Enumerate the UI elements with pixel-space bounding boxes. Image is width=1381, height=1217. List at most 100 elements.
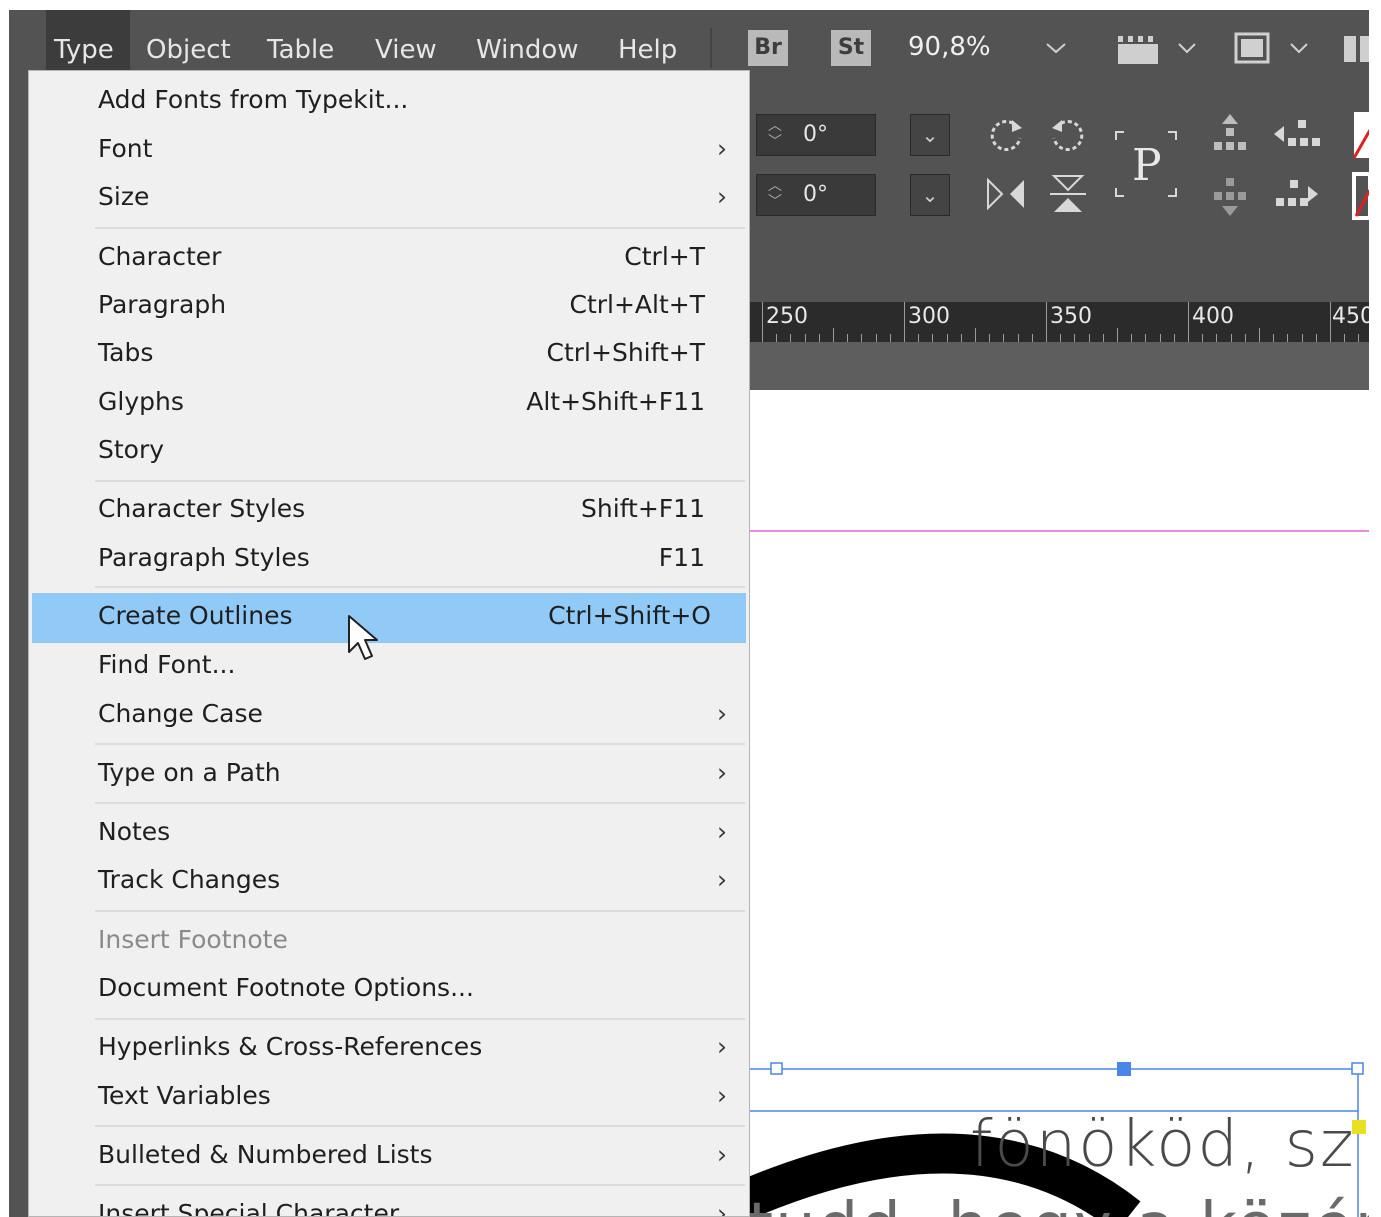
menu-item-find-font[interactable]: Find Font...: [35, 644, 743, 690]
menu-item-label: Track Changes: [98, 865, 281, 894]
menu-item-label: Notes: [98, 817, 171, 846]
menu-item-story[interactable]: Story: [35, 429, 743, 475]
ruler-tick: [1330, 302, 1331, 342]
menu-item-font[interactable]: Font ›: [35, 128, 743, 174]
ruler-tick: [989, 334, 991, 342]
menu-item-insert-footnote: Insert Footnote: [35, 919, 743, 965]
menu-item-text-variables[interactable]: Text Variables ›: [35, 1075, 743, 1121]
menu-item-document-footnote-options[interactable]: Document Footnote Options...: [35, 967, 743, 1013]
pasteboard: [748, 342, 1369, 390]
shear-stepper-icon[interactable]: ︿ ﹀: [763, 178, 787, 212]
menu-item-hyperlinks-cross-references[interactable]: Hyperlinks & Cross-References ›: [35, 1026, 743, 1072]
menu-item-label: Text Variables: [98, 1081, 271, 1110]
fill-stroke-swatch-icon[interactable]: [1352, 110, 1369, 220]
menu-item-label: Create Outlines: [98, 601, 293, 630]
menu-item-shortcut: Ctrl+Alt+T: [569, 290, 706, 319]
rotate-clockwise-icon[interactable]: [984, 112, 1028, 156]
arrange-documents-icon[interactable]: [1340, 32, 1370, 66]
menubar-divider: [710, 28, 712, 68]
view-options-icon[interactable]: [1114, 28, 1164, 68]
menu-item-label: Add Fonts from Typekit...: [98, 85, 409, 114]
ruler-tick: [1017, 334, 1019, 342]
menu-view[interactable]: View: [367, 10, 445, 70]
submenu-arrow-icon: ›: [717, 699, 727, 728]
menu-item-add-fonts-from-typekit[interactable]: Add Fonts from Typekit...: [35, 79, 743, 125]
shear-dropdown-icon[interactable]: ⌄: [910, 174, 950, 216]
menu-item-shortcut: Ctrl+T: [624, 242, 705, 271]
menu-item-type-on-a-path[interactable]: Type on a Path ›: [35, 752, 743, 798]
ruler-tick: [1117, 328, 1118, 342]
ruler-label-250: 250: [766, 304, 808, 329]
menu-table[interactable]: Table: [259, 10, 342, 70]
menu-item-bulleted-numbered-lists[interactable]: Bulleted & Numbered Lists ›: [35, 1134, 743, 1180]
menu-separator: [95, 1125, 745, 1127]
window-edge: [0, 0, 9, 1217]
selected-frame[interactable]: [748, 390, 1369, 1217]
ruler-label-350: 350: [1050, 304, 1092, 329]
menu-item-paragraph-styles[interactable]: Paragraph Styles F11: [35, 537, 743, 583]
ruler-tick: [1244, 334, 1246, 342]
menu-item-size[interactable]: Size ›: [35, 176, 743, 222]
view-chevron-down-icon[interactable]: [1176, 40, 1198, 56]
rotation-angle-field[interactable]: ︿ ﹀ 0°: [756, 114, 876, 156]
submenu-arrow-icon: ›: [717, 134, 727, 163]
ruler-tick: [1315, 334, 1317, 342]
ruler-tick: [804, 334, 806, 342]
menu-item-tabs[interactable]: Tabs Ctrl+Shift+T: [35, 332, 743, 378]
zoom-level[interactable]: 90,8%: [908, 32, 991, 62]
menu-object[interactable]: Object: [138, 10, 239, 70]
flip-vertical-icon[interactable]: [1046, 172, 1090, 216]
menu-item-glyphs[interactable]: Glyphs Alt+Shift+F11: [35, 381, 743, 427]
document-page[interactable]: fönököd, sz tudd, hogy a közép: [748, 390, 1381, 1217]
menu-item-notes[interactable]: Notes ›: [35, 811, 743, 857]
ruler-tick: [960, 334, 962, 342]
menu-item-label: Document Footnote Options...: [98, 973, 474, 1002]
rotation-dropdown-icon[interactable]: ⌄: [910, 114, 950, 156]
select-next-object-icon[interactable]: [1272, 176, 1320, 212]
ruler-tick: [1031, 334, 1033, 342]
ruler-tick: [818, 334, 820, 342]
ruler-tick: [975, 328, 976, 342]
menu-item-track-changes[interactable]: Track Changes ›: [35, 859, 743, 905]
menu-item-character[interactable]: Character Ctrl+T: [35, 236, 743, 282]
menu-window[interactable]: Window: [468, 10, 587, 70]
flip-horizontal-icon[interactable]: [984, 172, 1028, 216]
window-right-edge: [1369, 0, 1381, 1217]
screen-chevron-down-icon[interactable]: [1288, 40, 1310, 56]
select-previous-object-icon[interactable]: [1272, 116, 1320, 152]
menu-separator: [95, 480, 745, 482]
ruler-tick: [1188, 302, 1189, 342]
menu-item-create-outlines[interactable]: Create Outlines Ctrl+Shift+O: [32, 593, 746, 643]
submenu-arrow-icon: ›: [717, 865, 727, 894]
menu-item-label: Character Styles: [98, 494, 306, 523]
ruler-tick: [776, 334, 778, 342]
select-content-icon[interactable]: [1210, 174, 1250, 218]
stock-badge[interactable]: St: [831, 30, 871, 66]
menu-separator: [95, 1018, 745, 1020]
menu-item-insert-special-character[interactable]: Insert Special Character ›: [35, 1193, 743, 1217]
ruler-tick: [1273, 334, 1275, 342]
zoom-chevron-down-icon[interactable]: [1044, 40, 1068, 56]
submenu-arrow-icon: ›: [717, 1199, 727, 1217]
ruler-tick: [1344, 334, 1346, 342]
menu-item-shortcut: Shift+F11: [581, 494, 705, 523]
type-menu: Add Fonts from Typekit... Font › Size › …: [28, 70, 750, 1217]
rotation-value: 0°: [803, 122, 828, 147]
ruler-label-450: 450: [1332, 304, 1374, 329]
menu-type[interactable]: Type: [46, 10, 130, 70]
select-container-icon[interactable]: [1210, 112, 1250, 156]
bridge-badge[interactable]: Br: [748, 30, 788, 66]
reference-point-p-icon[interactable]: P: [1110, 126, 1182, 202]
screen-mode-icon[interactable]: [1230, 28, 1274, 68]
ruler-tick: [932, 334, 934, 342]
ruler-tick: [1060, 334, 1062, 342]
rotate-counterclockwise-icon[interactable]: [1046, 112, 1090, 156]
menu-item-character-styles[interactable]: Character Styles Shift+F11: [35, 488, 743, 534]
svg-text:P: P: [1132, 140, 1162, 191]
ruler-tick: [833, 328, 834, 342]
menu-item-change-case[interactable]: Change Case ›: [35, 693, 743, 739]
menu-help[interactable]: Help: [610, 10, 685, 70]
menu-item-paragraph[interactable]: Paragraph Ctrl+Alt+T: [35, 284, 743, 330]
shear-angle-field[interactable]: ︿ ﹀ 0°: [756, 174, 876, 216]
rotation-stepper-icon[interactable]: ︿ ﹀: [763, 118, 787, 152]
